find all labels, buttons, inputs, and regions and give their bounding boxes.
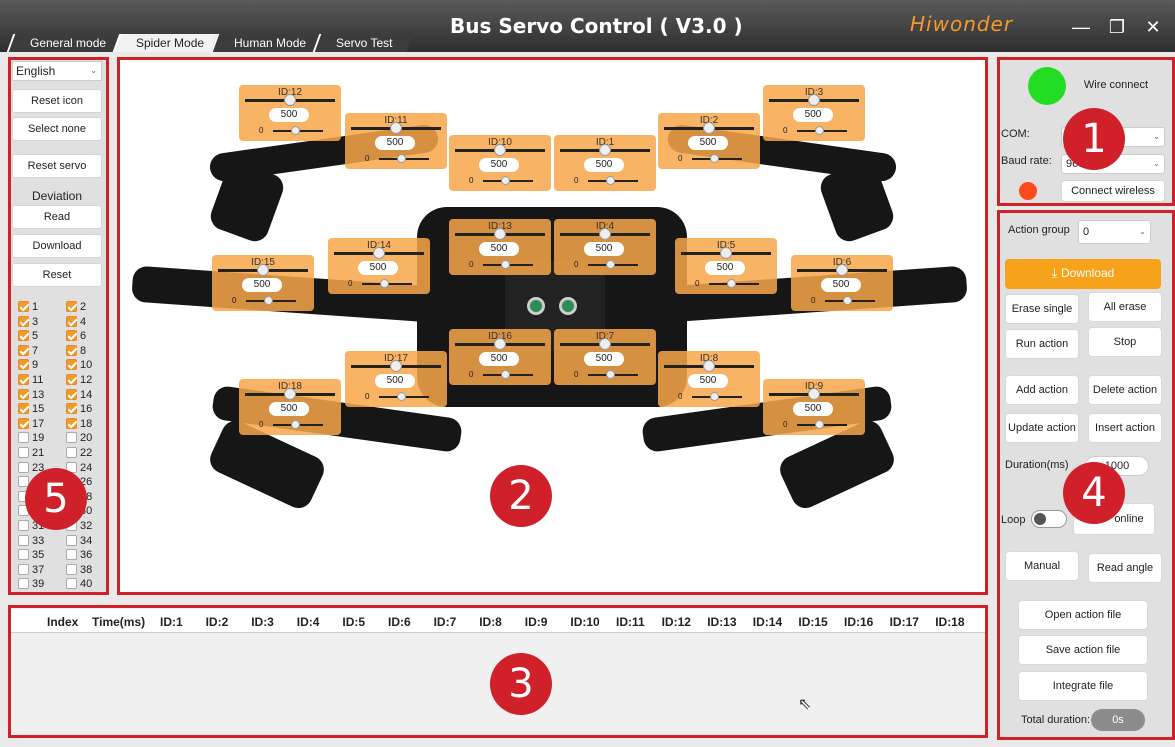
mouse-cursor-icon: ⇖ bbox=[798, 696, 812, 713]
annotation-badge-5: 5 bbox=[25, 468, 87, 530]
mode-tabs: General mode Spider Mode Human Mode Serv… bbox=[6, 34, 414, 52]
annotation-badge-4: 4 bbox=[1063, 462, 1125, 524]
annotation-box-2 bbox=[117, 57, 988, 595]
tab-human-mode[interactable]: Human Mode bbox=[210, 34, 328, 52]
minimize-icon[interactable]: — bbox=[1070, 16, 1092, 38]
app-title: Bus Servo Control ( V3.0 ) bbox=[450, 14, 743, 38]
annotation-badge-3: 3 bbox=[490, 653, 552, 715]
annotation-badge-1: 1 bbox=[1063, 108, 1125, 170]
tab-spider-mode[interactable]: Spider Mode bbox=[112, 34, 226, 52]
tab-label: Servo Test bbox=[336, 36, 393, 50]
brand-logo: Hiwonder bbox=[910, 12, 1014, 36]
tab-general-mode[interactable]: General mode bbox=[6, 34, 128, 52]
tab-label: General mode bbox=[30, 36, 107, 50]
tab-servo-test[interactable]: Servo Test bbox=[312, 34, 414, 52]
maximize-icon[interactable]: ❐ bbox=[1106, 16, 1128, 38]
annotation-badge-2: 2 bbox=[490, 465, 552, 527]
tab-label: Human Mode bbox=[234, 36, 307, 50]
close-icon[interactable]: ✕ bbox=[1142, 16, 1164, 38]
title-bar: Bus Servo Control ( V3.0 ) Hiwonder — ❐ … bbox=[0, 0, 1175, 52]
tab-label: Spider Mode bbox=[136, 36, 205, 50]
